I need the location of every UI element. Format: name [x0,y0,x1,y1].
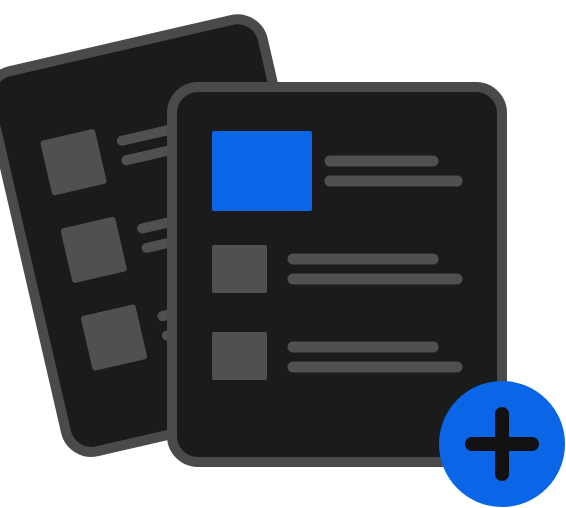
add-badge [439,381,565,507]
front-row-3-thumbnail [212,332,267,380]
front-row-2-thumbnail [212,245,267,293]
add-list-documents-icon [0,14,565,507]
front-row-1-thumbnail-highlighted [212,131,312,211]
